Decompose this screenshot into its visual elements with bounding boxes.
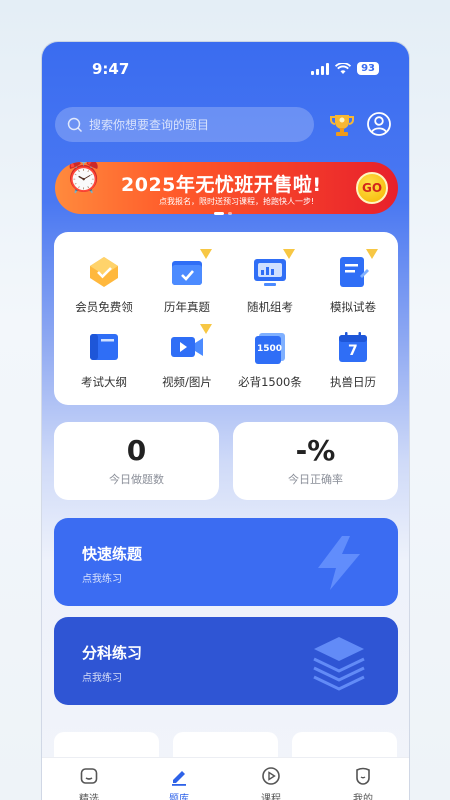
tab-question-bank[interactable]: 题库 [149, 766, 209, 800]
grid-item-member[interactable]: 会员免费领 [64, 252, 144, 315]
tab-courses[interactable]: 课程 [241, 766, 301, 800]
alarm-clock-icon: ⏰ [65, 162, 103, 195]
tab-profile[interactable]: 我的 [333, 766, 393, 800]
stat-today-count: 0 今日做题数 [54, 422, 219, 500]
banner-pagination [214, 212, 232, 215]
grid-item-mock-paper[interactable]: 模拟试卷 [313, 249, 393, 315]
wifi-icon [335, 62, 352, 74]
home-icon [80, 768, 98, 784]
action-title: 分科练习 [82, 644, 143, 662]
tab-label: 精选 [79, 794, 99, 800]
pen-icon [172, 771, 186, 786]
status-icons: 93 [311, 62, 379, 75]
action-title: 快速练题 [82, 545, 143, 563]
grid-label: 随机组考 [247, 300, 293, 314]
vip-badge-icon [200, 249, 212, 259]
battery-indicator: 93 [357, 62, 379, 75]
action-subtitle: 点我练习 [82, 574, 122, 585]
grid-label: 执兽日历 [330, 375, 376, 389]
folder-check-icon [167, 249, 212, 292]
status-time: 9:47 [92, 60, 130, 78]
grid-label: 模拟试卷 [330, 300, 376, 314]
calendar-badge: 7 [348, 343, 358, 359]
layers-icon [313, 637, 365, 691]
quick-practice-card[interactable]: 快速练题 点我练习 [54, 518, 398, 606]
lightning-icon [318, 536, 360, 590]
search-input[interactable]: 搜索你想要查询的题目 [55, 107, 314, 142]
phone-frame: 9:47 93 搜索你想要查询的题目 ⏰ 2025年无忧班开售啦! 点我报名，限… [42, 42, 409, 800]
user-profile-icon[interactable] [366, 111, 392, 137]
banner-title: 2025年无忧班开售啦! [121, 174, 322, 196]
banner-go-button[interactable]: GO [356, 172, 388, 204]
banner-subtitle: 点我报名，限时送预习课程，抢跑快人一步! [159, 197, 315, 206]
grid-label: 会员免费领 [75, 300, 133, 314]
action-subtitle: 点我练习 [82, 673, 122, 684]
tab-bar: 精选 题库 课程 我的 [42, 757, 409, 800]
promo-banner[interactable]: ⏰ 2025年无忧班开售啦! 点我报名，限时送预习课程，抢跑快人一步! GO [55, 162, 398, 214]
exam-paper-icon [333, 249, 378, 292]
subject-practice-card[interactable]: 分科练习 点我练习 [54, 617, 398, 705]
vip-badge-icon [283, 249, 295, 259]
grid-item-media[interactable]: 视频/图片 [147, 324, 227, 390]
status-bar: 9:47 93 [42, 42, 409, 98]
tab-label: 我的 [353, 794, 373, 800]
tab-label: 题库 [169, 794, 189, 800]
vip-badge-icon [200, 324, 212, 334]
search-icon [67, 117, 83, 132]
stat-value: 0 [126, 434, 147, 467]
video-camera-icon [167, 324, 212, 367]
stat-caption: 今日做题数 [109, 473, 164, 486]
vip-badge-icon [366, 249, 378, 259]
tab-label: 课程 [261, 794, 281, 800]
tab-featured[interactable]: 精选 [59, 766, 119, 800]
flashcards-badge: 1500 [257, 344, 283, 354]
stat-caption: 今日正确率 [288, 473, 343, 486]
grid-label: 考试大纲 [81, 375, 127, 389]
grid-label: 必背1500条 [238, 375, 302, 389]
book-icon [84, 327, 124, 367]
grid-item-calendar[interactable]: 7 执兽日历 [313, 327, 393, 390]
search-placeholder: 搜索你想要查询的题目 [89, 118, 210, 132]
signal-icon [311, 62, 330, 75]
monitor-chart-icon [250, 249, 295, 292]
vip-gift-icon [84, 252, 124, 292]
grid-item-random-exam[interactable]: 随机组考 [230, 249, 310, 315]
feature-grid: 会员免费领 历年真题 随机组考 模拟试卷 考试大纲 视频/图片 1500 必背1… [54, 232, 398, 405]
stat-value: -% [295, 434, 336, 467]
profile-icon [356, 767, 370, 785]
grid-label: 视频/图片 [162, 375, 212, 389]
grid-item-syllabus[interactable]: 考试大纲 [64, 327, 144, 390]
grid-label: 历年真题 [164, 300, 210, 314]
flashcards-icon: 1500 [250, 327, 290, 367]
play-circle-icon [262, 767, 280, 785]
calendar-icon: 7 [333, 327, 373, 367]
stat-today-accuracy: -% 今日正确率 [233, 422, 398, 500]
grid-item-past-papers[interactable]: 历年真题 [147, 249, 227, 315]
trophy-icon[interactable] [329, 112, 355, 138]
grid-item-1500[interactable]: 1500 必背1500条 [230, 327, 310, 390]
